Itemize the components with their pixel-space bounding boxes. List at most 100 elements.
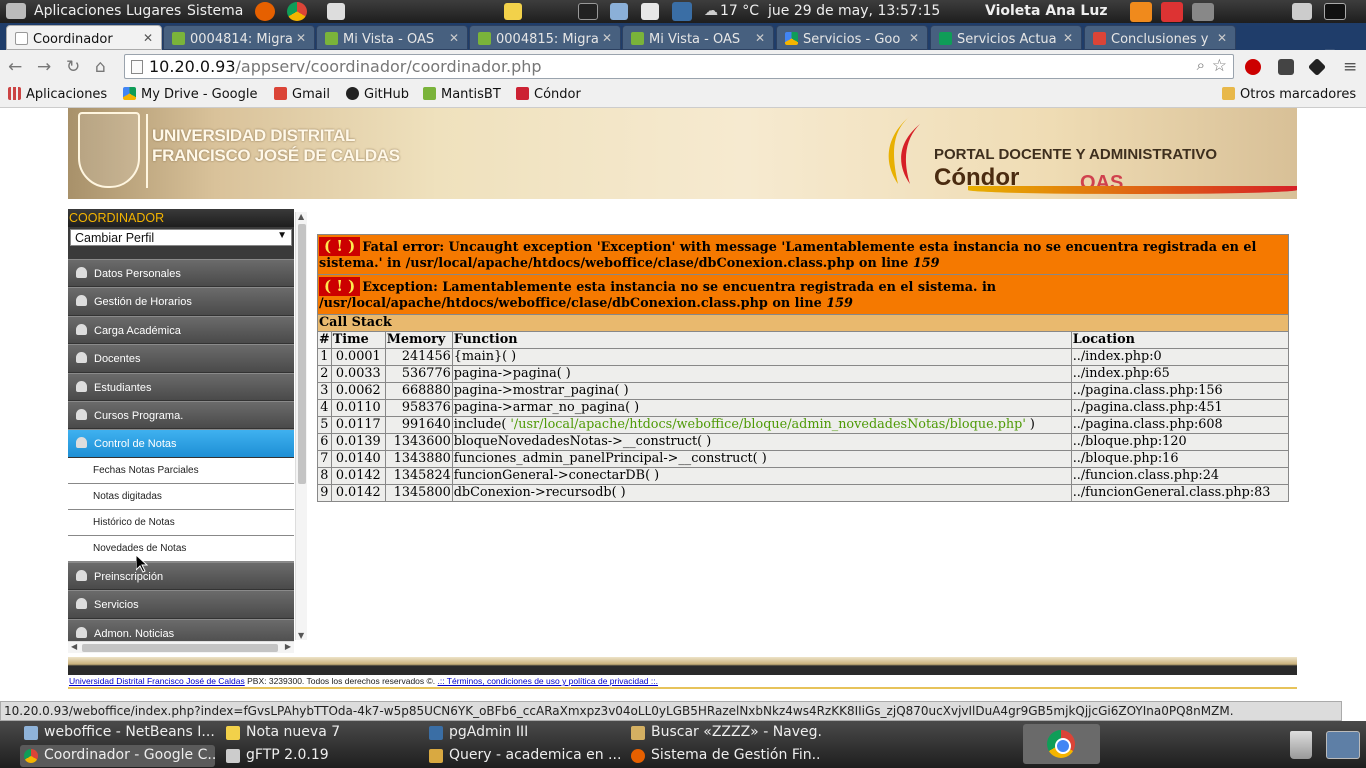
computer-icon[interactable] [6, 3, 26, 19]
scroll-left-arrow-icon[interactable]: ◀ [71, 642, 77, 651]
sidebar-item-datos-personales[interactable]: Datos Personales [68, 259, 294, 288]
scroll-up-arrow-icon[interactable]: ▲ [298, 212, 304, 221]
scrollbar-thumb[interactable] [298, 224, 306, 484]
tab-mantis-4814[interactable]: 0004814: Migra ✕ [163, 25, 315, 50]
task-pgadmin[interactable]: pgAdmin III [425, 722, 620, 744]
submenu-notas-digitadas[interactable]: Notas digitadas [68, 483, 294, 510]
close-tab-icon[interactable]: ✕ [296, 31, 306, 45]
portal-title: PORTAL DOCENTE Y ADMINISTRATIVO [934, 146, 1218, 163]
notes-launcher-icon[interactable] [504, 3, 522, 20]
reload-icon[interactable]: ↻ [66, 57, 80, 77]
menu-sistema[interactable]: Sistema [187, 3, 243, 19]
exception-line: 159 [826, 296, 853, 311]
sidebar-item-preinscripcion[interactable]: Preinscripción [68, 561, 294, 591]
trash-icon[interactable] [1290, 731, 1312, 759]
sidebar-item-servicios[interactable]: Servicios [68, 590, 294, 619]
bookmark-aplicaciones[interactable]: Aplicaciones [8, 87, 107, 102]
tab-servicios-google[interactable]: Servicios - Goo ✕ [776, 25, 928, 50]
diamond-extension-icon[interactable] [1307, 57, 1327, 77]
scrollbar-thumb[interactable] [82, 644, 278, 652]
stack-number: 6 [317, 433, 332, 451]
adblock-extension-icon[interactable] [1245, 59, 1261, 75]
bookmark-github[interactable]: GitHub [346, 87, 409, 102]
sidebar-vertical-scrollbar[interactable]: ▲ ▼ [295, 212, 307, 640]
close-tab-icon[interactable]: ✕ [1217, 31, 1227, 45]
volume-icon[interactable] [1192, 3, 1214, 21]
menu-lugares[interactable]: Lugares [126, 3, 181, 19]
task-buscar-zzzz[interactable]: Buscar «ZZZZ» - Naveg... [627, 722, 822, 744]
bookmark-mantisbt[interactable]: MantisBT [423, 87, 501, 102]
address-bar[interactable]: 10.20.0.93/appserv/coordinador/coordinad… [124, 54, 1234, 79]
bookmark-condor[interactable]: Cóndor [516, 87, 581, 102]
bookmark-gmail[interactable]: Gmail [274, 87, 330, 102]
sidebar-item-estudiantes[interactable]: Estudiantes [68, 372, 294, 401]
sidebar-item-carga-academica[interactable]: Carga Académica [68, 315, 294, 345]
submenu-historico-notas[interactable]: Histórico de Notas [68, 509, 294, 536]
sidebar-item-docentes[interactable]: Docentes [68, 344, 294, 373]
terminal-icon[interactable] [1324, 3, 1346, 20]
terminal-launcher-icon[interactable] [578, 3, 598, 20]
condor-icon [516, 87, 529, 100]
scroll-right-arrow-icon[interactable]: ▶ [285, 642, 291, 651]
tab-mi-vista-oas-2[interactable]: Mi Vista - OAS ✕ [622, 25, 774, 50]
stack-function: funciones_admin_panelPrincipal->__constr… [451, 450, 1072, 468]
task-nota-nueva[interactable]: Nota nueva 7 [222, 722, 417, 744]
task-query-academica[interactable]: Query - academica en ... [425, 745, 620, 767]
chrome-workspace-button[interactable] [1023, 724, 1100, 764]
tab-servicios-actua[interactable]: Servicios Actua ✕ [930, 25, 1082, 50]
zoom-icon[interactable]: ⌕ [1197, 56, 1205, 74]
scroll-down-arrow-icon[interactable]: ▼ [298, 631, 304, 640]
sidebar-horizontal-scrollbar[interactable]: ◀ ▶ [68, 641, 294, 653]
person-icon [76, 569, 87, 581]
home-icon[interactable]: ⌂ [95, 57, 106, 77]
chrome-launcher-icon[interactable] [287, 2, 307, 21]
show-desktop-icon[interactable] [1326, 731, 1360, 759]
chrome-menu-icon[interactable]: ≡ [1343, 57, 1357, 77]
tab-coordinador[interactable]: Coordinador ✕ [6, 25, 162, 50]
file-launcher-icon[interactable] [641, 3, 659, 20]
updates-icon[interactable] [1130, 2, 1152, 22]
call-stack-row: 2 0.0033 536776 pagina->pagina( ) ../index.p… [317, 365, 1290, 383]
sidebar-item-gestion-horarios[interactable]: Gestión de Horarios [68, 287, 294, 316]
task-netbeans[interactable]: weboffice - NetBeans I... [20, 722, 215, 744]
firefox-launcher-icon[interactable] [255, 2, 275, 21]
clock[interactable]: jue 29 de may, 13:57:15 [768, 3, 940, 19]
forward-arrow-icon[interactable]: → [37, 57, 51, 77]
power-icon[interactable] [1161, 2, 1183, 22]
eyedropper-extension-icon[interactable] [1278, 59, 1294, 75]
tab-conclusiones[interactable]: Conclusiones y ✕ [1084, 25, 1236, 50]
close-tab-icon[interactable]: ✕ [1063, 31, 1073, 45]
close-tab-icon[interactable]: ✕ [755, 31, 765, 45]
sidebar-item-control-notas[interactable]: Control de Notas [68, 429, 294, 458]
bookmark-otros-marcadores[interactable]: Otros marcadores [1222, 87, 1356, 102]
close-tab-icon[interactable]: ✕ [602, 31, 612, 45]
submenu-novedades-notas[interactable]: Novedades de Notas [68, 535, 294, 562]
tab-mantis-4815[interactable]: 0004815: Migra ✕ [469, 25, 621, 50]
sidebar-item-cursos-programa[interactable]: Cursos Programa. [68, 400, 294, 430]
task-coordinador-chrome[interactable]: Coordinador - Google C... [20, 745, 215, 767]
back-arrow-icon[interactable]: ← [8, 57, 22, 77]
task-sistema-gestion[interactable]: Sistema de Gestión Fin... [627, 745, 822, 767]
sidebar-item-admon-noticias[interactable]: Admon. Noticias [68, 618, 294, 641]
mantis-icon [423, 87, 436, 100]
terms-link[interactable]: .:: Términos, condiciones de uso y polít… [438, 676, 659, 686]
close-tab-icon[interactable]: ✕ [143, 31, 153, 45]
box-launcher-icon[interactable] [610, 3, 628, 20]
close-tab-icon[interactable]: ✕ [909, 31, 919, 45]
submenu-fechas-notas-parciales[interactable]: Fechas Notas Parciales [68, 457, 294, 484]
tab-label: 0004814: Migra [190, 32, 293, 47]
bookmark-my-drive[interactable]: My Drive - Google [123, 87, 258, 102]
university-link[interactable]: Universidad Distrital Francisco José de … [69, 676, 245, 686]
profile-select[interactable]: Cambiar Perfil ▼ [70, 229, 292, 246]
tab-mi-vista-oas-1[interactable]: Mi Vista - OAS ✕ [316, 25, 468, 50]
user-name[interactable]: Violeta Ana Luz [985, 3, 1107, 19]
function-name: bloqueNovedadesNotas->__construct( ) [453, 434, 712, 449]
task-gftp[interactable]: gFTP 2.0.19 [222, 745, 417, 767]
close-tab-icon[interactable]: ✕ [449, 31, 459, 45]
screenshot-launcher-icon[interactable] [327, 3, 345, 20]
bookmark-star-icon[interactable]: ☆ [1212, 56, 1227, 76]
weather-temperature[interactable]: 17 °C [720, 3, 759, 19]
menu-aplicaciones[interactable]: Aplicaciones [34, 3, 121, 19]
lock-screen-icon[interactable] [1292, 3, 1312, 20]
pgadmin-launcher-icon[interactable] [672, 2, 692, 21]
